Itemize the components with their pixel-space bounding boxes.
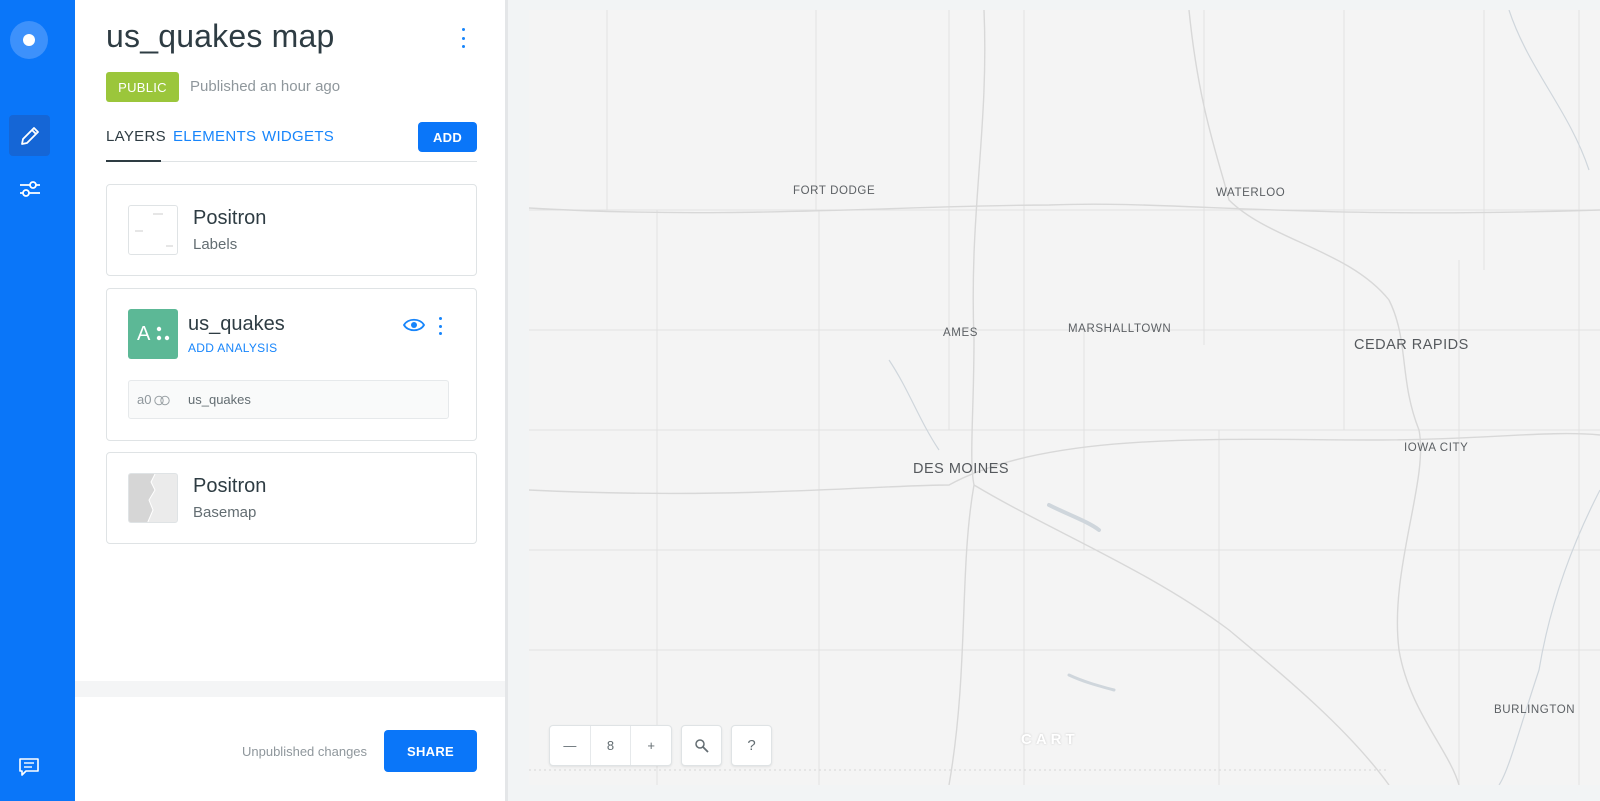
- layer-title: Positron: [193, 475, 267, 497]
- city-label: DES MOINES: [913, 461, 1010, 477]
- active-tab-indicator: [106, 160, 161, 162]
- editor-panel: us_quakes map PUBLIC Published an hour a…: [75, 0, 508, 801]
- map-roads-and-borders: [529, 10, 1600, 785]
- layer-card-labels[interactable]: Positron Labels: [106, 184, 477, 276]
- city-label: BURLINGTON: [1494, 704, 1576, 716]
- zoom-level: 8: [589, 726, 631, 765]
- share-button[interactable]: SHARE: [384, 730, 477, 772]
- search-icon: [694, 738, 709, 753]
- layer-subtitle: Basemap: [193, 504, 257, 521]
- zoom-control: — 8 +: [549, 725, 672, 766]
- footer-divider: [75, 681, 505, 697]
- feedback-chat-icon[interactable]: [17, 755, 41, 779]
- zoom-out-button[interactable]: —: [550, 726, 590, 765]
- source-name: us_quakes: [188, 392, 251, 407]
- city-label: AMES: [943, 327, 978, 339]
- help-button[interactable]: ?: [731, 725, 772, 766]
- layer-card-basemap[interactable]: Positron Basemap: [106, 452, 477, 544]
- layer-subtitle: Labels: [193, 236, 238, 253]
- city-label: MARSHALLTOWN: [1068, 323, 1172, 335]
- city-label: FORT DODGE: [793, 185, 876, 197]
- add-layer-button[interactable]: ADD: [418, 122, 477, 152]
- tab-layers[interactable]: LAYERS: [106, 128, 166, 145]
- source-id: a0: [137, 392, 152, 407]
- edit-pencil-icon[interactable]: [9, 115, 50, 156]
- layer-card-us-quakes[interactable]: A us_quakes ADD ANALYSIS a0 us_quakes: [106, 288, 477, 441]
- settings-sliders-icon[interactable]: [9, 168, 50, 209]
- points-geometry-icon: [156, 326, 170, 341]
- layer-letter: A: [137, 322, 151, 345]
- left-rail: [0, 0, 75, 801]
- carto-logo-icon[interactable]: [10, 21, 48, 59]
- published-status: Published an hour ago: [190, 78, 341, 95]
- city-label: IOWA CITY: [1404, 442, 1469, 454]
- source-node[interactable]: a0 us_quakes: [128, 380, 449, 419]
- privacy-badge[interactable]: PUBLIC: [106, 72, 179, 102]
- layer-options-kebab-icon[interactable]: [435, 317, 445, 335]
- labels-thumbnail: [128, 205, 178, 255]
- source-link-icon: [154, 395, 170, 406]
- visibility-eye-icon[interactable]: [403, 317, 425, 333]
- layer-name[interactable]: us_quakes: [188, 313, 285, 336]
- city-label: WATERLOO: [1216, 187, 1286, 199]
- layer-title: Positron: [193, 207, 267, 229]
- unpublished-changes-status: Unpublished changes: [242, 744, 368, 759]
- tab-elements[interactable]: ELEMENTS: [173, 128, 256, 145]
- layer-letter-badge: A: [128, 309, 178, 359]
- search-button[interactable]: [681, 725, 722, 766]
- carto-attribution-logo: CART: [1021, 731, 1079, 748]
- map-options-kebab-icon[interactable]: [455, 28, 471, 48]
- basemap-thumbnail: [128, 473, 178, 523]
- add-analysis-link[interactable]: ADD ANALYSIS: [188, 341, 277, 355]
- tab-widgets[interactable]: WIDGETS: [262, 128, 334, 145]
- city-label: CEDAR RAPIDS: [1354, 337, 1469, 353]
- map-canvas[interactable]: FORT DODGE WATERLOO AMES MARSHALLTOWN CE…: [529, 10, 1600, 785]
- zoom-in-button[interactable]: +: [630, 726, 671, 765]
- map-title[interactable]: us_quakes map: [106, 18, 335, 55]
